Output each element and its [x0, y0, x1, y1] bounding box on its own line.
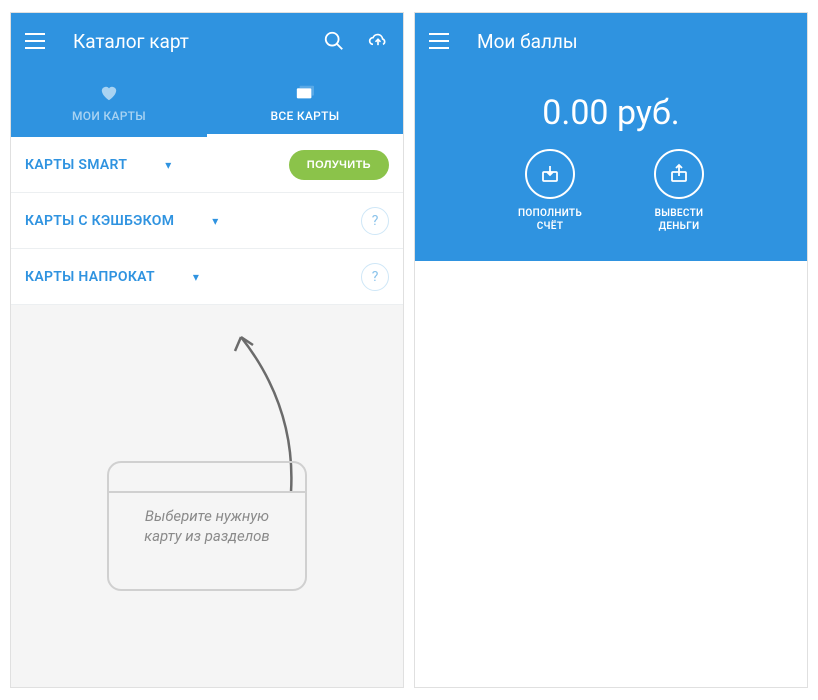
row-rent-cards[interactable]: КАРТЫ НАПРОКАТ ▾ ?: [11, 249, 403, 305]
tab-my-cards[interactable]: МОИ КАРТЫ: [11, 69, 207, 137]
get-button[interactable]: ПОЛУЧИТЬ: [289, 150, 389, 180]
screen-points: Мои баллы 0.00 руб. ПОПОЛНИТЬСЧЁТ ВЫВЕСТ…: [414, 12, 808, 688]
deposit-icon: [525, 149, 575, 199]
menu-icon[interactable]: [25, 30, 47, 52]
chevron-down-icon: ▾: [212, 214, 218, 228]
help-icon[interactable]: ?: [361, 207, 389, 235]
row-cashback-cards[interactable]: КАРТЫ С КЭШБЭКОМ ▾ ?: [11, 193, 403, 249]
content-area: [415, 261, 807, 687]
chevron-down-icon: ▾: [193, 270, 199, 284]
balance-panel: 0.00 руб. ПОПОЛНИТЬСЧЁТ ВЫВЕСТИДЕНЬГИ: [415, 69, 807, 261]
tabs: МОИ КАРТЫ ВСЕ КАРТЫ: [11, 69, 403, 137]
empty-hint-text: Выберите нужную карту из разделов: [127, 506, 287, 547]
app-header: Каталог карт: [11, 13, 403, 69]
header-actions: [323, 30, 389, 52]
withdraw-button[interactable]: ВЫВЕСТИДЕНЬГИ: [654, 149, 704, 233]
heart-icon: [98, 83, 120, 103]
help-icon[interactable]: ?: [361, 263, 389, 291]
cards-icon: [294, 83, 316, 103]
withdraw-label: ВЫВЕСТИДЕНЬГИ: [655, 207, 704, 233]
search-icon[interactable]: [323, 30, 345, 52]
deposit-button[interactable]: ПОПОЛНИТЬСЧЁТ: [518, 149, 582, 233]
row-title: КАРТЫ С КЭШБЭКОМ: [25, 213, 174, 229]
empty-state: Выберите нужную карту из разделов: [11, 305, 403, 687]
chevron-down-icon: ▾: [165, 158, 171, 172]
balance-amount: 0.00 руб.: [542, 93, 680, 133]
deposit-label: ПОПОЛНИТЬСЧЁТ: [518, 207, 582, 233]
row-title: КАРТЫ SMART: [25, 157, 127, 173]
cloud-sync-icon[interactable]: [367, 30, 389, 52]
withdraw-icon: [654, 149, 704, 199]
tab-label: МОИ КАРТЫ: [72, 109, 146, 123]
page-title: Каталог карт: [73, 30, 323, 53]
row-title: КАРТЫ НАПРОКАТ: [25, 269, 155, 285]
balance-actions: ПОПОЛНИТЬСЧЁТ ВЫВЕСТИДЕНЬГИ: [518, 149, 704, 233]
tab-all-cards[interactable]: ВСЕ КАРТЫ: [207, 69, 403, 137]
category-list: КАРТЫ SMART ▾ ПОЛУЧИТЬ КАРТЫ С КЭШБЭКОМ …: [11, 137, 403, 305]
app-header: Мои баллы: [415, 13, 807, 69]
tab-label: ВСЕ КАРТЫ: [271, 109, 340, 123]
row-smart-cards[interactable]: КАРТЫ SMART ▾ ПОЛУЧИТЬ: [11, 137, 403, 193]
page-title: Мои баллы: [477, 30, 793, 53]
screen-catalog: Каталог карт МОИ КАРТЫ ВСЕ КАРТЫ КАРТЫ S…: [10, 12, 404, 688]
menu-icon[interactable]: [429, 30, 451, 52]
card-placeholder-icon: Выберите нужную карту из разделов: [107, 461, 307, 591]
